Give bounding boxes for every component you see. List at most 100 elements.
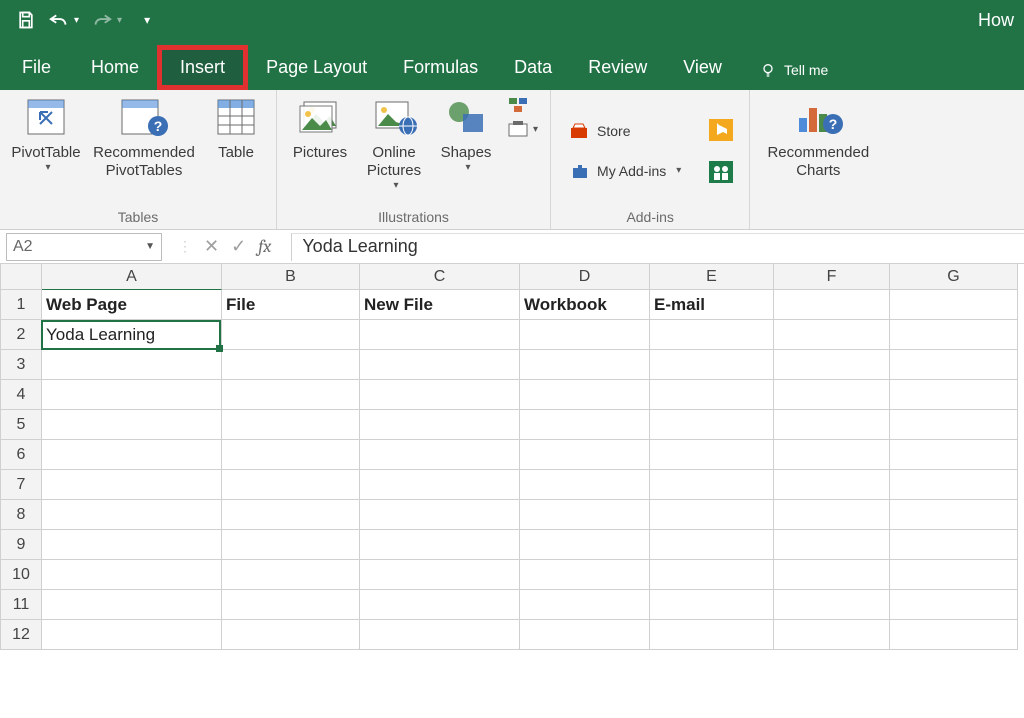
cell-D7[interactable] (520, 470, 650, 500)
cell-F5[interactable] (774, 410, 890, 440)
customize-qat-icon[interactable]: ▾ (144, 13, 150, 27)
formula-bar[interactable]: Yoda Learning (291, 233, 1024, 261)
cell-G2[interactable] (890, 320, 1018, 350)
cell-C9[interactable] (360, 530, 520, 560)
chevron-down-icon[interactable]: ▾ (117, 15, 122, 26)
cell-A1[interactable]: Web Page (42, 290, 222, 320)
bing-maps-button[interactable] (705, 117, 737, 143)
cell-A3[interactable] (42, 350, 222, 380)
row-header-8[interactable]: 8 (0, 500, 42, 530)
store-button[interactable]: Store (565, 119, 685, 143)
cell-B2[interactable] (222, 320, 360, 350)
cell-C2[interactable] (360, 320, 520, 350)
cell-F8[interactable] (774, 500, 890, 530)
cell-B5[interactable] (222, 410, 360, 440)
cell-F7[interactable] (774, 470, 890, 500)
tab-home[interactable]: Home (73, 45, 157, 90)
cell-A12[interactable] (42, 620, 222, 650)
cell-G4[interactable] (890, 380, 1018, 410)
col-header-E[interactable]: E (650, 264, 774, 290)
undo-icon[interactable]: ▾ (48, 11, 79, 29)
cell-E4[interactable] (650, 380, 774, 410)
cell-G1[interactable] (890, 290, 1018, 320)
cell-E1[interactable]: E-mail (650, 290, 774, 320)
cell-B3[interactable] (222, 350, 360, 380)
cell-D5[interactable] (520, 410, 650, 440)
cell-A2[interactable]: Yoda Learning (42, 320, 222, 350)
cell-D8[interactable] (520, 500, 650, 530)
cell-F9[interactable] (774, 530, 890, 560)
smartart-button[interactable] (503, 94, 542, 116)
cell-G12[interactable] (890, 620, 1018, 650)
cell-E10[interactable] (650, 560, 774, 590)
tab-file[interactable]: File (0, 45, 73, 90)
online-pictures-button[interactable]: Online Pictures ▾ (355, 94, 433, 192)
col-header-A[interactable]: A (42, 264, 222, 290)
name-box[interactable]: A2 ▼ (6, 233, 162, 261)
cell-A11[interactable] (42, 590, 222, 620)
tab-formulas[interactable]: Formulas (385, 45, 496, 90)
col-header-B[interactable]: B (222, 264, 360, 290)
chevron-down-icon[interactable]: ▼ (145, 241, 155, 252)
cell-D1[interactable]: Workbook (520, 290, 650, 320)
row-header-6[interactable]: 6 (0, 440, 42, 470)
col-header-F[interactable]: F (774, 264, 890, 290)
cell-F2[interactable] (774, 320, 890, 350)
cell-E12[interactable] (650, 620, 774, 650)
cell-G7[interactable] (890, 470, 1018, 500)
cell-A4[interactable] (42, 380, 222, 410)
cell-G5[interactable] (890, 410, 1018, 440)
cell-F12[interactable] (774, 620, 890, 650)
cell-D10[interactable] (520, 560, 650, 590)
cell-E7[interactable] (650, 470, 774, 500)
row-header-2[interactable]: 2 (0, 320, 42, 350)
cell-B6[interactable] (222, 440, 360, 470)
cell-F1[interactable] (774, 290, 890, 320)
cell-D6[interactable] (520, 440, 650, 470)
row-header-10[interactable]: 10 (0, 560, 42, 590)
select-all-corner[interactable] (0, 264, 42, 290)
save-icon[interactable] (16, 10, 36, 30)
row-header-9[interactable]: 9 (0, 530, 42, 560)
cancel-icon[interactable]: ✕ (204, 236, 219, 257)
cell-B11[interactable] (222, 590, 360, 620)
pivot-table-button[interactable]: PivotTable ▾ (8, 94, 84, 174)
cell-B7[interactable] (222, 470, 360, 500)
redo-icon[interactable]: ▾ (91, 11, 122, 29)
people-graph-button[interactable] (705, 159, 737, 185)
cell-B9[interactable] (222, 530, 360, 560)
screenshot-button[interactable]: ▾ (503, 118, 542, 140)
cell-C1[interactable]: New File (360, 290, 520, 320)
cell-A6[interactable] (42, 440, 222, 470)
tab-page-layout[interactable]: Page Layout (248, 45, 385, 90)
cell-D11[interactable] (520, 590, 650, 620)
cell-A10[interactable] (42, 560, 222, 590)
cell-G6[interactable] (890, 440, 1018, 470)
cell-G8[interactable] (890, 500, 1018, 530)
table-button[interactable]: Table (204, 94, 268, 162)
cell-D2[interactable] (520, 320, 650, 350)
cell-B12[interactable] (222, 620, 360, 650)
cell-E11[interactable] (650, 590, 774, 620)
cell-B4[interactable] (222, 380, 360, 410)
my-addins-button[interactable]: My Add-ins ▾ (565, 159, 685, 183)
cell-E6[interactable] (650, 440, 774, 470)
row-header-1[interactable]: 1 (0, 290, 42, 320)
cell-F10[interactable] (774, 560, 890, 590)
tab-review[interactable]: Review (570, 45, 665, 90)
cell-C3[interactable] (360, 350, 520, 380)
row-header-5[interactable]: 5 (0, 410, 42, 440)
row-header-11[interactable]: 11 (0, 590, 42, 620)
recommended-charts-button[interactable]: ? Recommended Charts (758, 94, 878, 180)
cell-E3[interactable] (650, 350, 774, 380)
col-header-D[interactable]: D (520, 264, 650, 290)
cell-C4[interactable] (360, 380, 520, 410)
tab-data[interactable]: Data (496, 45, 570, 90)
cell-A9[interactable] (42, 530, 222, 560)
pictures-button[interactable]: Pictures (285, 94, 355, 162)
row-header-4[interactable]: 4 (0, 380, 42, 410)
cell-F3[interactable] (774, 350, 890, 380)
cell-E8[interactable] (650, 500, 774, 530)
cell-E2[interactable] (650, 320, 774, 350)
cell-C6[interactable] (360, 440, 520, 470)
